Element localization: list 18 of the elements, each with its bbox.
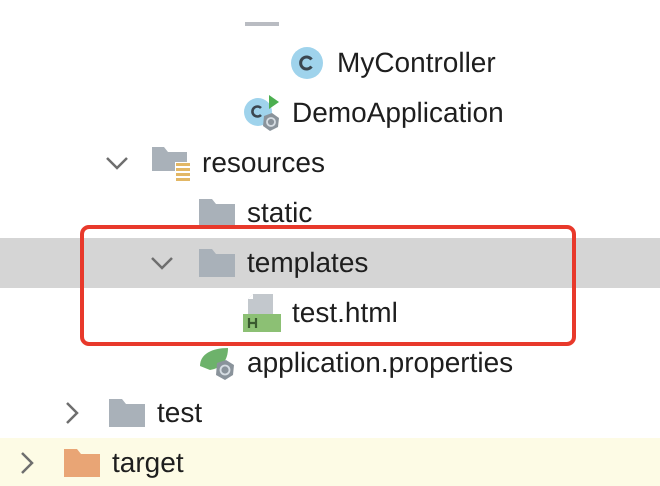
- tree-item[interactable]: test: [0, 388, 660, 438]
- tree-item[interactable]: static: [0, 188, 660, 238]
- item-label: resources: [202, 147, 325, 179]
- tree-item[interactable]: templates: [0, 238, 660, 288]
- item-label: MyController: [337, 47, 496, 79]
- item-label: templates: [247, 247, 368, 279]
- tree-item[interactable]: application.properties: [0, 338, 660, 388]
- tree-item[interactable]: DemoApplication: [0, 88, 660, 138]
- item-label: static: [247, 197, 312, 229]
- tree-item[interactable]: MyController: [0, 38, 660, 88]
- tree-item[interactable]: test.html: [0, 288, 660, 338]
- tree-item[interactable]: target: [0, 438, 660, 486]
- item-label: target: [112, 447, 184, 479]
- item-label: DemoApplication: [292, 97, 504, 129]
- item-label: application.properties: [247, 347, 514, 379]
- item-label: test: [157, 397, 202, 429]
- item-label: test.html: [292, 297, 398, 329]
- tree-item[interactable]: resources: [0, 138, 660, 188]
